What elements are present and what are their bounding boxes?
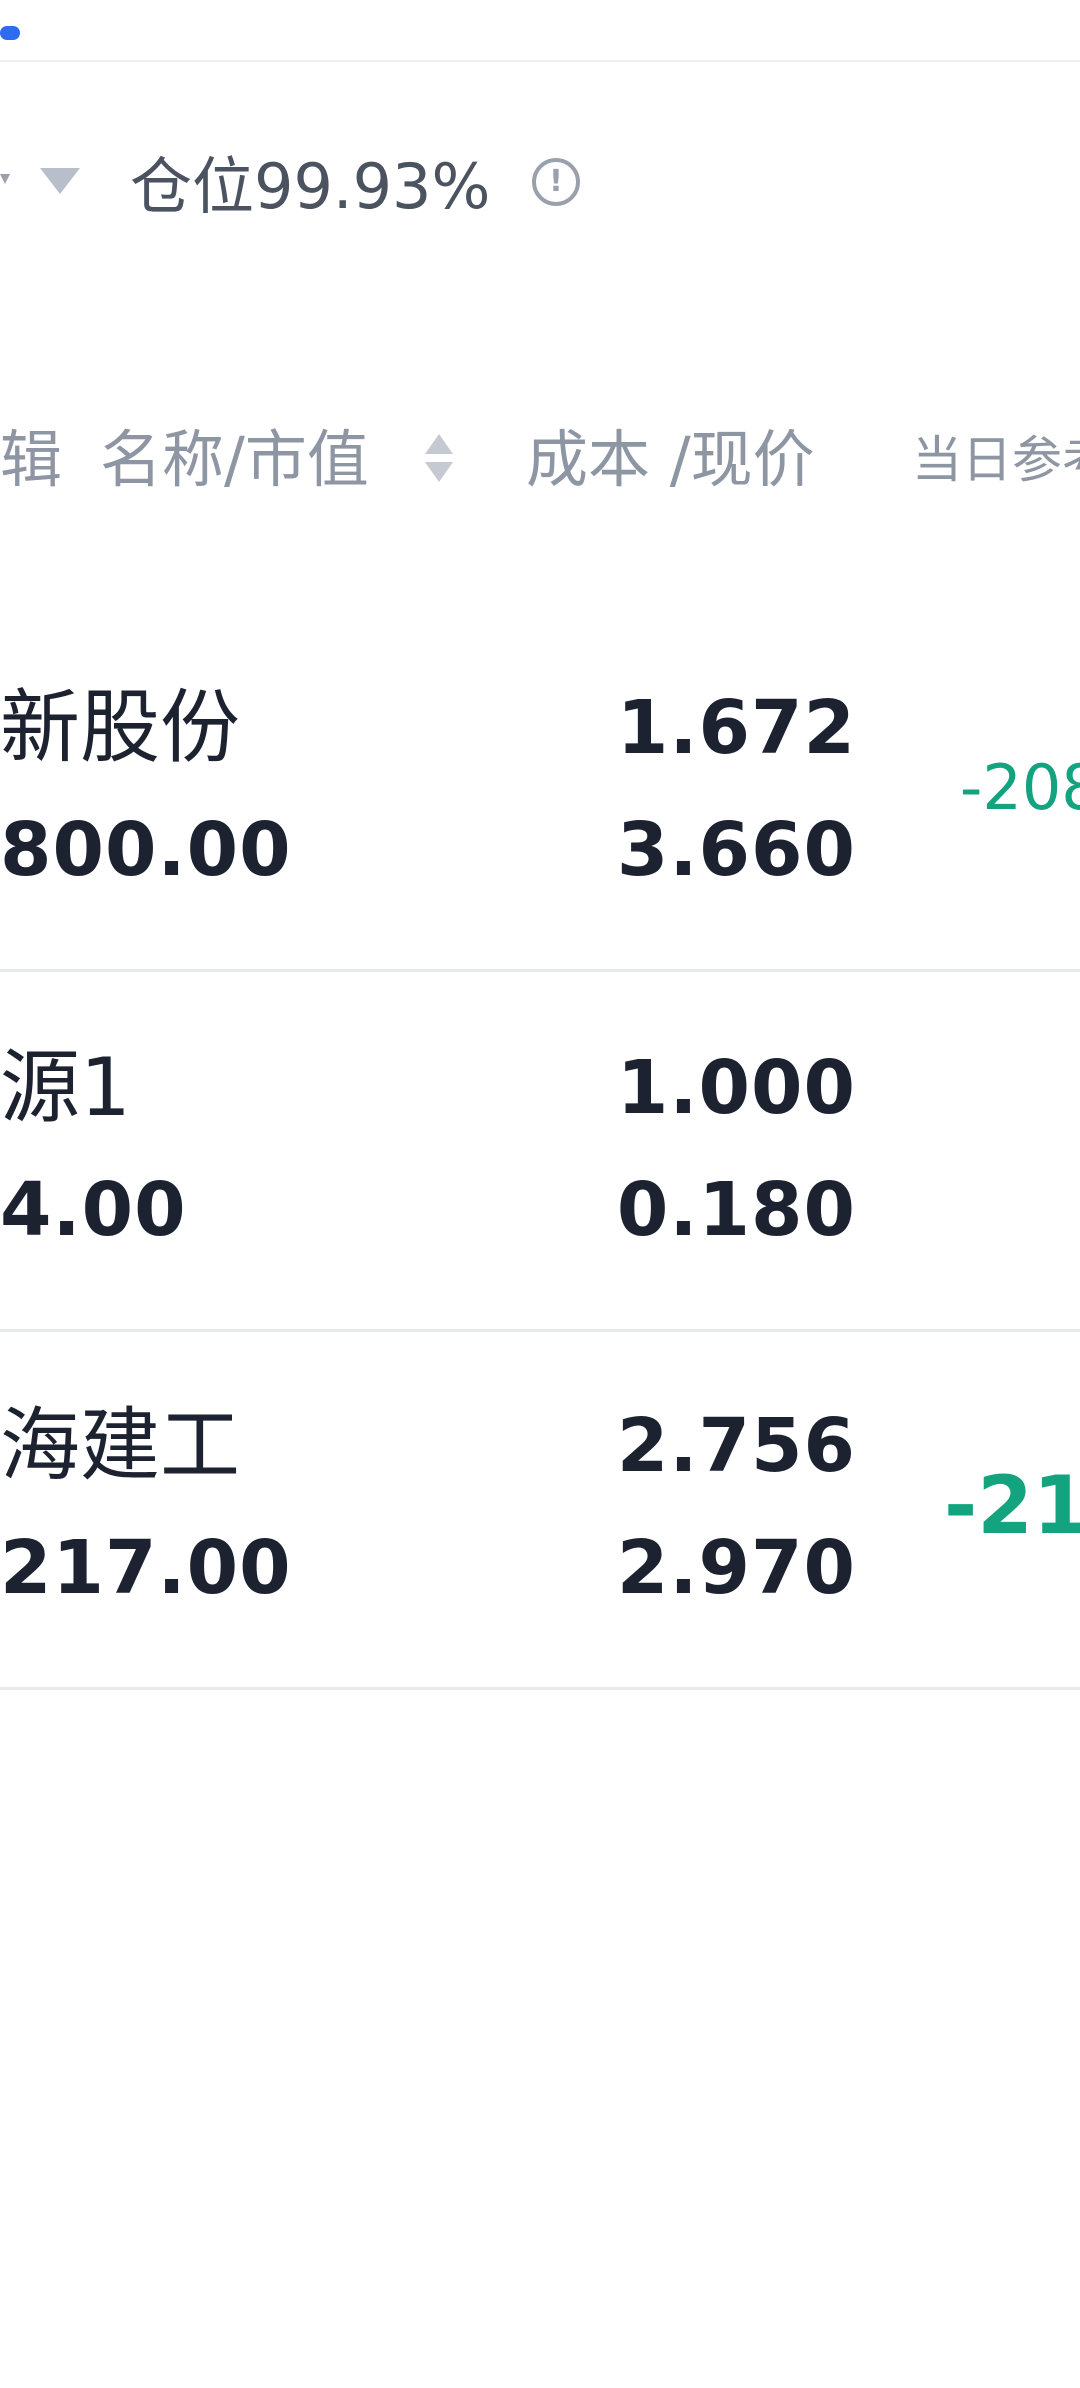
header-edit[interactable]: 辑: [0, 420, 62, 500]
header-cost-price: 成本 /现价: [526, 423, 815, 496]
top-divider: [0, 60, 1080, 62]
sort-icon[interactable]: [425, 434, 453, 488]
table-row[interactable]: 源1 4.00 1.000 0.180: [0, 972, 1080, 1332]
current-price: 3.660: [616, 807, 856, 893]
day-pl: -208: [960, 751, 1080, 824]
day-pl: -216: [944, 1459, 1080, 1552]
stock-name: 海建工: [0, 1399, 240, 1492]
sort-down-icon: [425, 462, 453, 482]
info-icon[interactable]: !: [532, 158, 580, 206]
row-divider: [0, 1687, 1080, 1690]
table-header: 辑 名称/市值 成本 /现价 当日参考: [0, 420, 1080, 500]
current-price: 0.180: [616, 1167, 856, 1253]
stock-name: 源1: [0, 1041, 131, 1134]
active-tab-indicator: [0, 26, 20, 40]
position-ratio: 仓位99.93%: [130, 150, 491, 223]
cost-price: 1.672: [616, 685, 856, 771]
current-price: 2.970: [616, 1525, 856, 1611]
market-value: 217.00: [0, 1525, 292, 1611]
cost-price: 2.756: [616, 1403, 856, 1489]
holdings-page: 仓位99.93% ! 辑 名称/市值 成本 /现价 当日参考 新股份 800.0…: [0, 0, 1080, 2388]
cost-price: 1.000: [616, 1045, 856, 1131]
header-name-market-value[interactable]: 名称/市值: [100, 420, 369, 500]
stock-name: 新股份: [0, 681, 240, 774]
market-value: 4.00: [0, 1167, 187, 1253]
table-row[interactable]: 新股份 800.00 1.672 3.660 -208: [0, 612, 1080, 972]
header-day-reference: 当日参考: [912, 431, 1080, 489]
sort-up-icon: [425, 434, 453, 454]
dropdown-caret-icon[interactable]: [40, 168, 80, 194]
market-value: 800.00: [0, 807, 292, 893]
table-row[interactable]: 海建工 217.00 2.756 2.970 -216: [0, 1330, 1080, 1690]
account-caret-icon[interactable]: [0, 174, 10, 184]
